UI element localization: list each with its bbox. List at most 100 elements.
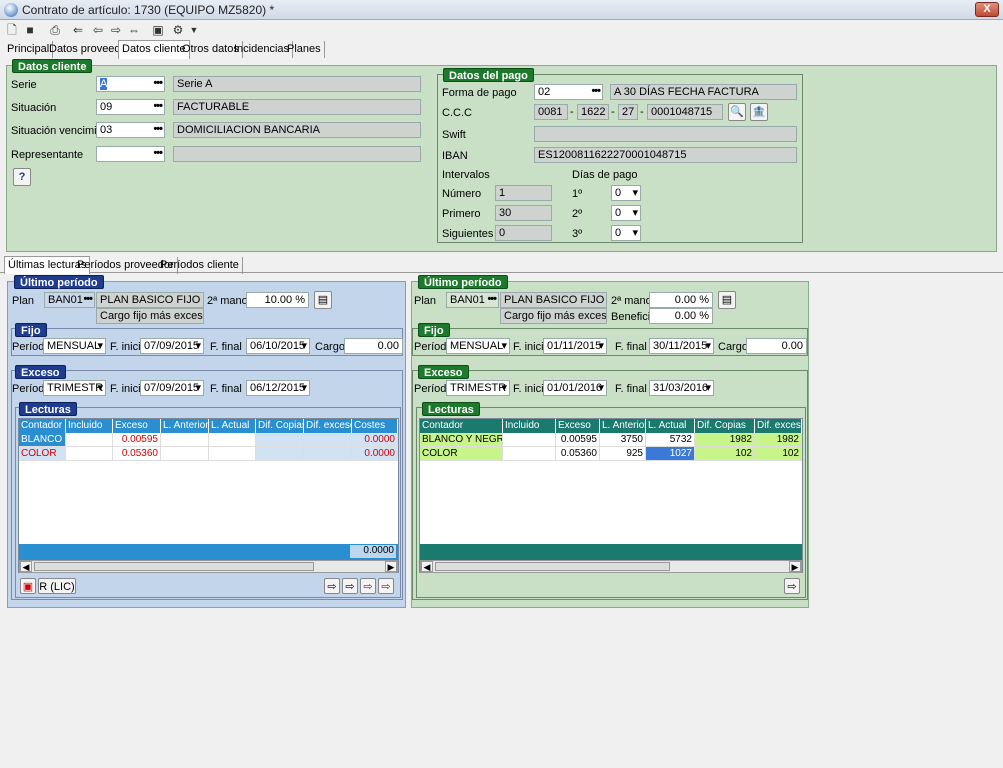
dia3-select[interactable]: 0 [611,225,641,241]
plan-input[interactable]: BAN01 ••• [446,292,499,308]
swift-input[interactable] [534,126,797,142]
ccc-dc[interactable]: 27 [618,104,638,120]
scroll-left-icon[interactable]: ◀ [421,561,433,572]
exceso-finicio-select[interactable]: 01/01/2016 [543,380,607,396]
col-incluido[interactable]: Incluido [66,419,113,433]
report-icon[interactable]: ▣ [150,22,166,38]
table-cell[interactable]: 0.0000 [352,447,398,461]
scroll-right-icon[interactable]: ▶ [385,561,397,572]
first-icon[interactable]: ⇐ [70,22,86,38]
scroll-left-icon[interactable]: ◀ [20,561,32,572]
dia2-select[interactable]: 0 [611,205,641,221]
fijo-ffinal-select[interactable]: 30/11/2015 [649,338,714,354]
scroll-thumb[interactable] [435,562,670,571]
table-cell[interactable]: 1027 [646,447,695,461]
col-l-anterior[interactable]: L. Anterior [600,419,646,433]
fijo-finicio-select[interactable]: 01/11/2015 [543,338,607,354]
table-cell[interactable] [256,433,304,447]
fijo-cargo-input[interactable]: 0.00 [344,338,403,354]
table-cell[interactable] [503,447,556,461]
table-cell[interactable]: 1982 [695,433,755,447]
horizontal-scrollbar[interactable]: ◀ ▶ [19,560,398,573]
table-cell[interactable]: 102 [695,447,755,461]
forma-pago-input[interactable]: 02 ••• [534,84,603,100]
bank-icon[interactable]: 🏦 [750,103,768,121]
search-account-icon[interactable]: 🔍 [728,103,746,121]
segunda-mano-input[interactable]: 10.00 % [246,292,309,308]
table-cell[interactable] [503,433,556,447]
fijo-ffinal-select[interactable]: 06/10/2015 [246,338,310,354]
col-exceso[interactable]: Exceso [556,419,600,433]
ccc-oficina[interactable]: 1622 [577,104,609,120]
beneficio-input[interactable]: 0.00 % [649,308,713,324]
next-icon[interactable]: ⇨ [108,22,124,38]
fijo-periodo-select[interactable]: MENSUAL [446,338,510,354]
document-icon[interactable]: ▤ [314,291,332,309]
action4-icon[interactable]: ⇨ [378,578,394,594]
table-cell[interactable]: 0.05360 [556,447,600,461]
prev-icon[interactable]: ⇦ [90,22,106,38]
rlic-button[interactable]: R (LIC) [38,578,76,594]
scroll-right-icon[interactable]: ▶ [789,561,801,572]
representante-input[interactable]: ••• [96,146,165,162]
serie-input[interactable]: A ••• [96,76,165,92]
fijo-cargo-input[interactable]: 0.00 [746,338,807,354]
apply-icon[interactable]: ⇨ [784,578,800,594]
table-cell[interactable]: COLOR [19,447,66,461]
table-cell[interactable] [304,447,352,461]
table-cell[interactable]: 1982 [755,433,802,447]
col-dif-exceso[interactable]: Dif. exceso [755,419,802,433]
print-icon[interactable]: ⎙ [47,22,63,38]
col-l-anterior[interactable]: L. Anterior [161,419,209,433]
table-cell[interactable]: 5732 [646,433,695,447]
new-icon[interactable]: 🗋 [4,22,20,38]
col-dif-exceso[interactable]: Dif. exceso [304,419,352,433]
table-cell[interactable]: 0.00595 [113,433,161,447]
table-cell[interactable] [256,447,304,461]
ccc-entidad[interactable]: 0081 [534,104,568,120]
exceso-ffinal-select[interactable]: 31/03/2016 [649,380,714,396]
iban-input[interactable]: ES1200811622270001048715 [534,147,797,163]
table-cell[interactable] [209,447,256,461]
tab-planes[interactable]: Planes [284,41,325,58]
col-incluido[interactable]: Incluido [503,419,556,433]
table-cell[interactable]: 925 [600,447,646,461]
table-cell[interactable]: 0.00595 [556,433,600,447]
pdf-icon[interactable]: ▣ [20,578,36,594]
fijo-finicio-select[interactable]: 07/09/2015 [140,338,204,354]
exceso-periodo-select[interactable]: TRIMESTR [446,380,510,396]
exceso-periodo-select[interactable]: TRIMESTR [43,380,106,396]
col-l-actual[interactable]: L. Actual [646,419,695,433]
numero-input[interactable]: 1 [495,185,552,201]
horizontal-scrollbar[interactable]: ◀ ▶ [420,560,802,573]
siguientes-input[interactable]: 0 [495,225,552,241]
table-cell[interactable]: BLANCO Y NEGRO [420,433,503,447]
table-cell[interactable] [161,447,209,461]
table-cell[interactable] [209,433,256,447]
segunda-mano-input[interactable]: 0.00 % [649,292,713,308]
col-l-actual[interactable]: L. Actual [209,419,256,433]
document-icon[interactable]: ▤ [718,291,736,309]
plan-input[interactable]: BAN01 ••• [44,292,95,308]
save-icon[interactable]: ■ [22,22,38,38]
ccc-cuenta[interactable]: 0001048715 [647,104,723,120]
tools-icon[interactable]: ⚙ [170,22,186,38]
fijo-periodo-select[interactable]: MENSUAL [43,338,106,354]
table-cell[interactable]: 3750 [600,433,646,447]
exceso-finicio-select[interactable]: 07/09/2015 [140,380,204,396]
table-cell[interactable]: 0.05360 [113,447,161,461]
exceso-ffinal-select[interactable]: 06/12/2015 [246,380,310,396]
dia1-select[interactable]: 0 [611,185,641,201]
scroll-thumb[interactable] [34,562,314,571]
table-cell[interactable] [161,433,209,447]
table-cell[interactable]: 102 [755,447,802,461]
help-icon[interactable]: ? [13,168,31,186]
situacion-input[interactable]: 09 ••• [96,99,165,115]
table-cell[interactable]: COLOR [420,447,503,461]
col-exceso[interactable]: Exceso [113,419,161,433]
table-cell[interactable] [304,433,352,447]
tab-periodos-cliente[interactable]: Períodos cliente [157,257,243,274]
col-dif-copias[interactable]: Dif. Copias [256,419,304,433]
col-contador[interactable]: Contador [420,419,503,433]
table-cell[interactable] [66,447,113,461]
